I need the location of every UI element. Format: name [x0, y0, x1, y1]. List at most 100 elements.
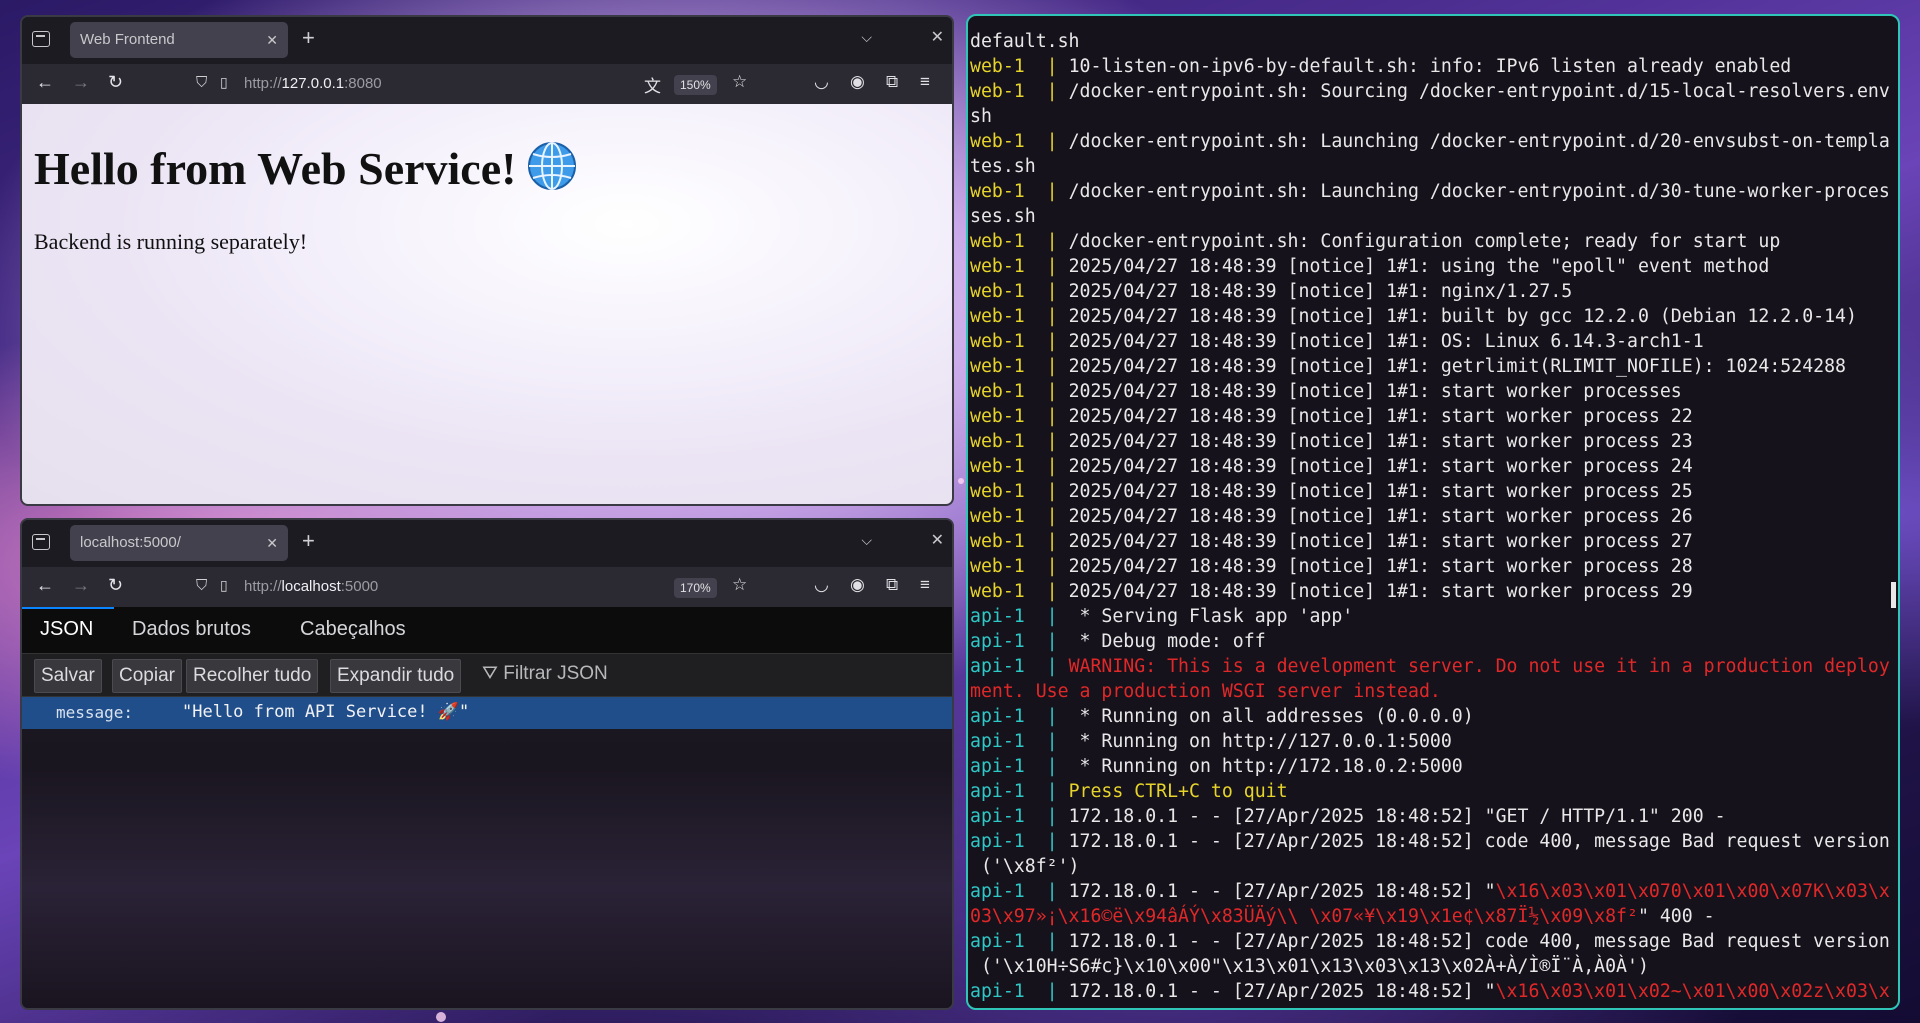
line-separator: | — [1046, 631, 1069, 652]
translate-icon[interactable]: 文 — [644, 72, 661, 97]
service-prefix: web-1 — [970, 531, 1047, 552]
terminal-line: web-1 | 2025/04/27 18:48:39 [notice] 1#1… — [970, 354, 1896, 379]
service-prefix: api-1 — [970, 806, 1047, 827]
terminal-window[interactable]: default.sh web-1 | 10-listen-on-ipv6-by-d… — [966, 14, 1900, 1010]
sidebar-toggle-icon[interactable] — [32, 534, 50, 550]
back-icon[interactable]: ← — [36, 575, 54, 596]
log-text: 2025/04/27 18:48:39 [notice] 1#1: start … — [1068, 531, 1693, 552]
nav-bar: ← → ↻ ⛉ ▯ http://127.0.0.1:8080 文 150% ☆… — [22, 64, 952, 104]
chevron-down-icon[interactable]: ⌵ — [861, 29, 872, 46]
account-icon[interactable]: ◉ — [850, 575, 865, 595]
service-prefix: api-1 — [970, 606, 1047, 627]
log-text: /docker-entrypoint.sh: Launching /docker… — [1068, 131, 1890, 152]
tab-headers[interactable]: Cabeçalhos — [300, 618, 406, 641]
zoom-level-badge[interactable]: 170% — [674, 578, 717, 598]
shield-icon[interactable]: ⛉ — [196, 577, 207, 594]
log-binary-text: 03\x97»¡\x16©ë\x94âÁÝ\x83ÜÄý\\ \x07«¥\x1… — [970, 906, 1638, 927]
url-bar[interactable]: ⛉ ▯ http://localhost:5000 — [188, 571, 748, 603]
log-text: 2025/04/27 18:48:39 [notice] 1#1: getrli… — [1068, 356, 1846, 377]
page-content: Hello from Web Service! Backend is runni… — [22, 104, 952, 504]
json-viewer-tabs: JSON Dados brutos Cabeçalhos — [22, 607, 952, 653]
tab-localhost[interactable]: localhost:5000/ ✕ — [70, 525, 288, 561]
log-text: " 400 - — [1637, 906, 1715, 927]
terminal-line: web-1 | 2025/04/27 18:48:39 [notice] 1#1… — [970, 254, 1896, 279]
chevron-down-icon[interactable]: ⌵ — [861, 532, 872, 549]
terminal-line: web-1 | /docker-entrypoint.sh: Launching… — [970, 129, 1896, 154]
terminal-line: web-1 | 2025/04/27 18:48:39 [notice] 1#1… — [970, 504, 1896, 529]
reload-icon[interactable]: ↻ — [108, 575, 123, 596]
service-prefix: web-1 — [970, 256, 1047, 277]
save-button[interactable]: Salvar — [34, 659, 102, 693]
service-prefix: api-1 — [970, 656, 1047, 677]
line-separator: | — [1046, 806, 1069, 827]
terminal-line: api-1 | * Running on http://172.18.0.2:5… — [970, 754, 1896, 779]
log-text: 2025/04/27 18:48:39 [notice] 1#1: start … — [1068, 406, 1693, 427]
close-tab-icon[interactable]: ✕ — [266, 525, 278, 561]
back-icon[interactable]: ← — [36, 72, 54, 93]
new-tab-icon[interactable]: + — [302, 528, 315, 554]
shield-icon[interactable]: ⛉ — [196, 74, 207, 91]
url-text[interactable]: http://localhost:5000 — [244, 578, 378, 595]
new-tab-icon[interactable]: + — [302, 25, 315, 51]
forward-icon[interactable]: → — [72, 575, 90, 596]
account-icon[interactable]: ◉ — [850, 72, 865, 92]
filter-json-input[interactable]: ⛛ Filtrar JSON — [482, 663, 608, 685]
log-text: ment. Use a production WSGI server inste… — [970, 681, 1441, 702]
terminal-line: api-1 | 172.18.0.1 - - [27/Apr/2025 18:4… — [970, 979, 1896, 1004]
terminal-line: api-1 | * Running on all addresses (0.0.… — [970, 704, 1896, 729]
terminal-line: api-1 | WARNING: This is a development s… — [970, 654, 1896, 679]
log-text: 2025/04/27 18:48:39 [notice] 1#1: start … — [1068, 481, 1693, 502]
forward-icon[interactable]: → — [72, 72, 90, 93]
extensions-icon[interactable]: ⧉ — [886, 575, 898, 595]
bookmark-star-icon[interactable]: ☆ — [732, 575, 747, 595]
terminal-line: web-1 | 2025/04/27 18:48:39 [notice] 1#1… — [970, 329, 1896, 354]
browser-window-web-frontend: Web Frontend ✕ + ⌵ ✕ ← → ↻ ⛉ ▯ http://12… — [20, 15, 954, 506]
pocket-icon[interactable]: ◡ — [814, 575, 829, 595]
close-window-icon[interactable]: ✕ — [931, 27, 944, 47]
service-prefix: web-1 — [970, 406, 1047, 427]
service-prefix: web-1 — [970, 356, 1047, 377]
collapse-all-button[interactable]: Recolher tudo — [186, 659, 319, 693]
reload-icon[interactable]: ↻ — [108, 72, 123, 93]
expand-all-button[interactable]: Expandir tudo — [330, 659, 462, 693]
terminal-line: web-1 | 10-listen-on-ipv6-by-default.sh:… — [970, 54, 1896, 79]
page-icon: ▯ — [220, 74, 228, 90]
service-prefix: web-1 — [970, 131, 1047, 152]
sidebar-toggle-icon[interactable] — [32, 31, 50, 47]
menu-icon[interactable]: ≡ — [920, 575, 930, 595]
tab-title: Web Frontend — [80, 31, 175, 48]
close-window-icon[interactable]: ✕ — [931, 530, 944, 550]
terminal-line: web-1 | 2025/04/27 18:48:39 [notice] 1#1… — [970, 479, 1896, 504]
tab-web-frontend[interactable]: Web Frontend ✕ — [70, 22, 288, 58]
url-text[interactable]: http://127.0.0.1:8080 — [244, 75, 382, 92]
service-prefix: web-1 — [970, 281, 1047, 302]
copy-button[interactable]: Copiar — [112, 659, 182, 693]
service-prefix: api-1 — [970, 831, 1047, 852]
service-prefix: api-1 — [970, 706, 1047, 727]
log-text: 2025/04/27 18:48:39 [notice] 1#1: start … — [1068, 381, 1682, 402]
url-bar[interactable]: ⛉ ▯ http://127.0.0.1:8080 — [188, 68, 748, 100]
service-prefix: web-1 — [970, 331, 1047, 352]
line-separator: | — [1046, 181, 1069, 202]
tab-raw-data[interactable]: Dados brutos — [132, 618, 251, 641]
terminal-line: web-1 | 2025/04/27 18:48:39 [notice] 1#1… — [970, 579, 1896, 604]
extensions-icon[interactable]: ⧉ — [886, 72, 898, 92]
bookmark-star-icon[interactable]: ☆ — [732, 72, 747, 92]
json-row[interactable]: message: "Hello from API Service! 🚀" — [22, 697, 952, 729]
line-separator: | — [1046, 381, 1069, 402]
page-icon: ▯ — [220, 577, 228, 593]
terminal-scrollbar[interactable] — [1891, 582, 1896, 608]
log-text: tes.sh — [970, 156, 1036, 177]
line-separator: | — [1046, 581, 1069, 602]
service-prefix: api-1 — [970, 781, 1047, 802]
menu-icon[interactable]: ≡ — [920, 72, 930, 92]
zoom-level-badge[interactable]: 150% — [674, 75, 717, 95]
close-tab-icon[interactable]: ✕ — [266, 22, 278, 58]
active-tab-indicator — [22, 607, 114, 609]
tab-json[interactable]: JSON — [40, 618, 93, 641]
line-separator: | — [1046, 731, 1069, 752]
service-prefix: web-1 — [970, 81, 1047, 102]
filter-icon: ⛛ — [482, 663, 504, 684]
pocket-icon[interactable]: ◡ — [814, 72, 829, 92]
log-text: 172.18.0.1 - - [27/Apr/2025 18:48:52] co… — [1068, 931, 1890, 952]
